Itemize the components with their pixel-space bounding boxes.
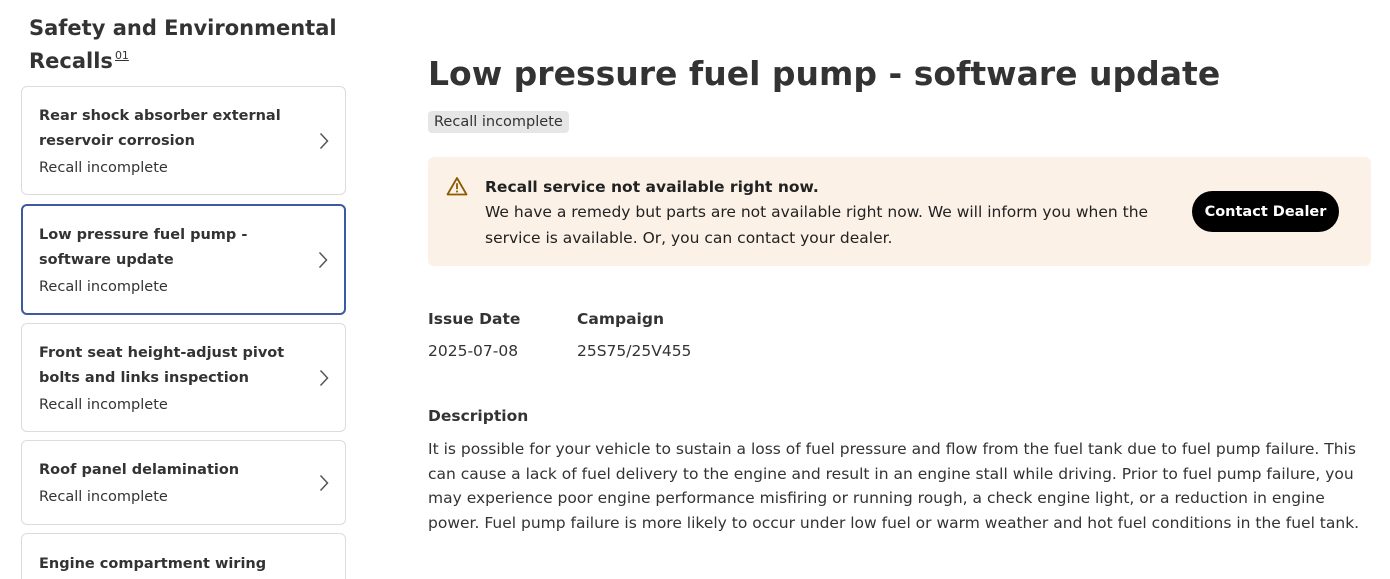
issue-date-label: Issue Date [428, 310, 521, 328]
recall-card-status: Recall incomplete [39, 489, 168, 505]
recall-card-status: Recall incomplete [39, 279, 168, 295]
sidebar-title: Safety and Environmental Recalls 01 [29, 14, 339, 75]
recall-page: Safety and Environmental Recalls 01 Rear … [0, 0, 1390, 579]
alert-body: We have a remedy but parts are not avail… [485, 203, 1149, 247]
recall-card-fuel-pump[interactable]: Low pressure fuel pump - software update… [21, 204, 346, 315]
recall-card-title: Rear shock absorber external reservoir c… [39, 108, 281, 149]
issue-date-value: 2025-07-08 [428, 342, 519, 360]
recall-card-wiring-harness[interactable]: Engine compartment wiring harness [21, 533, 346, 579]
recall-card-status: Recall incomplete [39, 397, 168, 413]
campaign-label: Campaign [577, 310, 664, 328]
recall-sidebar: Safety and Environmental Recalls 01 Rear … [21, 0, 346, 579]
recall-card-title: Front seat height-adjust pivot bolts and… [39, 345, 285, 386]
recall-card-status: Recall incomplete [39, 160, 168, 176]
recall-card-front-seat[interactable]: Front seat height-adjust pivot bolts and… [21, 323, 346, 432]
chevron-right-icon [319, 369, 329, 387]
contact-dealer-button[interactable]: Contact Dealer [1192, 191, 1339, 232]
chevron-right-icon [319, 474, 329, 492]
page-title: Low pressure fuel pump - software update [428, 54, 1221, 93]
recall-card-title: Low pressure fuel pump - software update [39, 227, 248, 268]
alert-text: Recall service not available right now. … [485, 175, 1165, 251]
sidebar-title-text: Safety and Environmental Recalls [29, 16, 337, 73]
recall-card-title: Roof panel delamination [39, 462, 240, 478]
chevron-right-icon [318, 251, 328, 269]
service-alert: Recall service not available right now. … [428, 157, 1371, 266]
alert-heading: Recall service not available right now. [485, 178, 819, 196]
description-label: Description [428, 407, 529, 425]
status-badge: Recall incomplete [428, 111, 569, 133]
description-text: It is possible for your vehicle to susta… [428, 440, 1360, 532]
recall-card-roof-panel[interactable]: Roof panel delamination Recall incomplet… [21, 440, 346, 525]
recall-card-title: Engine compartment wiring harness [39, 556, 267, 572]
footnote-link[interactable]: 01 [115, 49, 129, 62]
warning-triangle-icon [446, 176, 468, 196]
chevron-right-icon [319, 132, 329, 150]
recall-card-rear-shock[interactable]: Rear shock absorber external reservoir c… [21, 86, 346, 195]
campaign-value: 25S75/25V455 [577, 342, 692, 360]
